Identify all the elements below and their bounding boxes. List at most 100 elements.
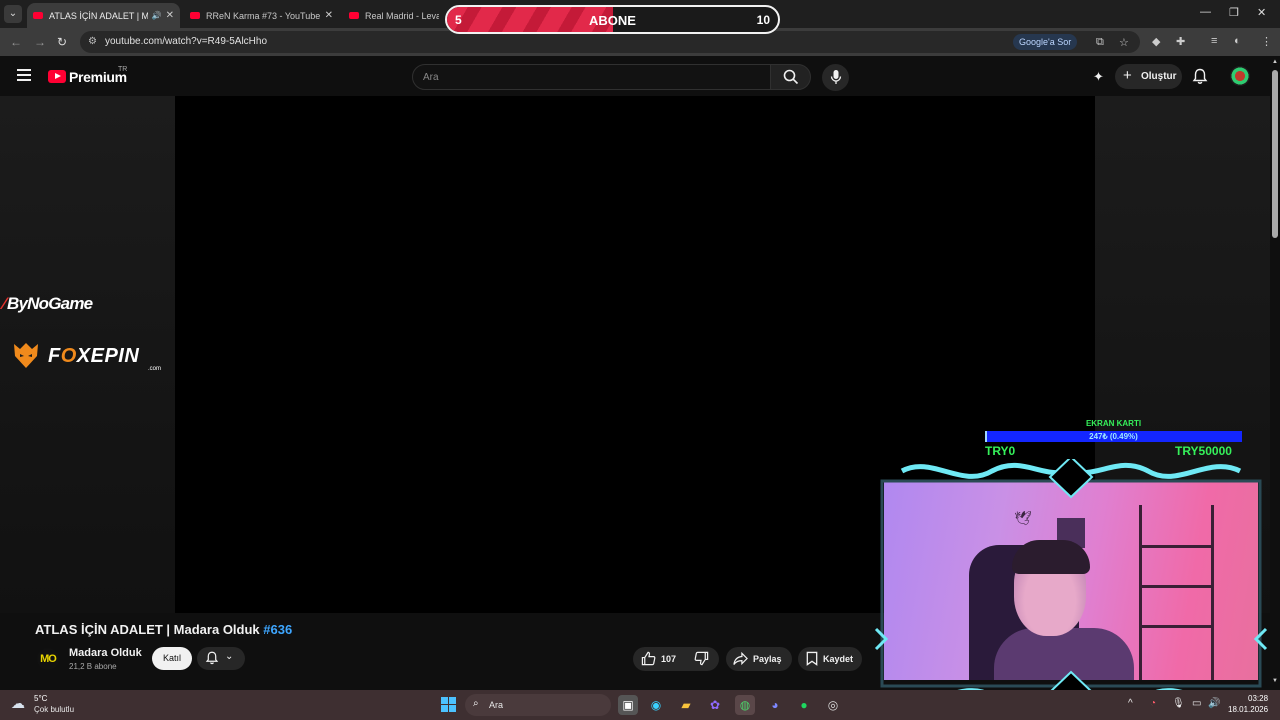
bynogame-logo: ⁄ ByNoGame xyxy=(3,294,93,313)
channel-avatar[interactable]: MO xyxy=(37,648,59,670)
scroll-down-icon[interactable]: ▼ xyxy=(1272,678,1278,684)
address-bar[interactable]: ⚙ youtube.com/watch?v=R49-5AlcHho Google… xyxy=(80,31,1140,53)
install-app-icon[interactable]: ⧉ xyxy=(1096,36,1104,49)
bynogame-mark-icon: ⁄ xyxy=(3,294,6,313)
taskbar-search-placeholder: Ara xyxy=(489,700,504,710)
browser-tab-3[interactable]: Real Madrid - Levante xyxy=(343,3,445,28)
country-code: TR xyxy=(118,66,128,73)
task-view-icon[interactable]: ▣ xyxy=(618,695,638,715)
reading-list-icon[interactable]: ≡ xyxy=(1211,35,1217,47)
bell-icon xyxy=(205,651,219,665)
donation-goal-max: TRY50000 xyxy=(1175,444,1232,458)
tray-app-icon[interactable]: ◔ xyxy=(1150,698,1156,709)
browser-tab-2[interactable]: RReN Karma #73 - YouTube ✕ xyxy=(184,3,339,28)
save-button[interactable]: Kaydet xyxy=(798,647,862,671)
scroll-up-icon[interactable]: ▲ xyxy=(1272,59,1278,65)
browser-tab-1[interactable]: ATLAS İÇİN ADALET | Mada 🔊 ✕ xyxy=(27,3,180,28)
discord-icon[interactable]: ◕ xyxy=(765,695,785,715)
create-button[interactable]: + Oluştur xyxy=(1115,64,1182,89)
microphone-icon xyxy=(830,70,842,84)
tab-title: ATLAS İÇİN ADALET | Mada xyxy=(49,10,148,21)
search-button[interactable] xyxy=(770,64,811,90)
forward-icon[interactable]: → xyxy=(34,35,46,49)
video-title: ATLAS İÇİN ADALET | Madara Olduk #636 xyxy=(35,622,293,637)
restore-icon[interactable]: ❐ xyxy=(1229,6,1239,19)
google-ask-button[interactable]: Google'a Sor xyxy=(1013,34,1078,50)
youtube-favicon-icon xyxy=(190,12,200,19)
ai-sparkle-icon[interactable]: ✦ xyxy=(1093,69,1104,85)
tab-search-button[interactable]: ⌄ xyxy=(4,5,22,23)
search-icon xyxy=(783,69,799,85)
weather-temperature[interactable]: 5°C xyxy=(34,694,47,703)
taskbar-search[interactable]: ⌕ Ara xyxy=(465,694,611,716)
copilot-icon[interactable]: ✿ xyxy=(705,695,725,715)
hidden-icons-chevron-icon[interactable]: ^ xyxy=(1128,698,1133,709)
screen: ⌄ ATLAS İÇİN ADALET | Mada 🔊 ✕ RReN Karm… xyxy=(0,0,1280,720)
join-button[interactable]: Katıl xyxy=(152,647,192,670)
speaker-icon[interactable]: 🔊 xyxy=(152,11,162,20)
subscription-bell-button[interactable]: ⌄ xyxy=(197,647,245,670)
channel-name[interactable]: Madara Olduk xyxy=(69,647,142,659)
dislike-button[interactable] xyxy=(694,651,709,668)
subscriber-count: 21,2 B abone xyxy=(69,662,117,671)
volume-icon[interactable]: 🔊 xyxy=(1208,698,1220,709)
clock-date[interactable]: 18.01.2026 xyxy=(1228,705,1268,714)
notifications-bell-icon[interactable] xyxy=(1192,68,1208,85)
file-explorer-icon[interactable]: ▰ xyxy=(676,695,696,715)
donation-goal-title: EKRAN KARTI xyxy=(1085,419,1142,428)
donation-goal-bar: 247₺ (0.49%) xyxy=(985,431,1242,442)
page-scrollbar[interactable]: ▲ ▼ xyxy=(1270,56,1280,690)
video-hashtag[interactable]: #636 xyxy=(263,622,292,637)
donation-goal-min: TRY0 xyxy=(985,444,1016,458)
share-button[interactable]: Paylaş xyxy=(726,647,792,671)
url-text: youtube.com/watch?v=R49-5AlcHho xyxy=(105,36,268,47)
back-icon[interactable]: ← xyxy=(10,35,22,49)
minimize-icon[interactable]: — xyxy=(1200,6,1211,18)
save-label: Kaydet xyxy=(823,654,854,664)
extension-diamond-icon[interactable]: ◆ xyxy=(1152,35,1160,48)
share-arrow-icon xyxy=(733,651,748,668)
site-info-icon[interactable]: ⚙ xyxy=(88,36,97,47)
foxepin-logo: FOXEPIN .com xyxy=(12,340,172,372)
search-box xyxy=(412,64,771,90)
close-tab-icon[interactable]: ✕ xyxy=(325,10,333,21)
search-input[interactable] xyxy=(423,69,753,85)
plus-icon: + xyxy=(1123,67,1132,84)
edge-browser-icon[interactable]: ◉ xyxy=(646,695,666,715)
clock-time[interactable]: 03:28 xyxy=(1248,694,1268,703)
thumbs-up-icon xyxy=(641,651,656,666)
donation-goal-progress-text: 247₺ (0.49%) xyxy=(1089,432,1138,441)
close-window-icon[interactable]: ✕ xyxy=(1257,6,1266,19)
subscriber-goal-label: ABONE xyxy=(589,13,636,28)
share-label: Paylaş xyxy=(753,654,782,664)
youtube-logo-icon[interactable] xyxy=(48,70,66,83)
weather-description[interactable]: Çok bulutlu xyxy=(34,705,74,714)
youtube-header: Premium TR ✦ + Oluştur xyxy=(0,56,1270,96)
extensions-puzzle-icon[interactable]: ✚ xyxy=(1176,35,1185,48)
menu-icon[interactable] xyxy=(17,69,31,81)
scrollbar-thumb[interactable] xyxy=(1272,70,1278,238)
profile-icon[interactable]: ◐ xyxy=(1234,35,1241,47)
windows-taskbar: ☁ 5°C Çok bulutlu ⌕ Ara ▣ ◉ ▰ ✿ ◍ ◕ ● ◎ … xyxy=(0,690,1280,720)
bookmark-star-icon[interactable]: ☆ xyxy=(1119,36,1129,49)
network-icon[interactable]: ▭ xyxy=(1192,698,1201,709)
cloud-weather-icon[interactable]: ☁ xyxy=(11,695,25,712)
account-avatar[interactable] xyxy=(1230,66,1250,86)
bookmark-icon xyxy=(805,651,819,668)
obs-studio-icon[interactable]: ◎ xyxy=(823,695,843,715)
menu-dots-icon[interactable]: ⋮ xyxy=(1261,35,1272,48)
microphone-tray-icon[interactable]: 🎙 xyxy=(1172,698,1185,709)
create-label: Oluştur xyxy=(1141,71,1177,82)
voice-search-button[interactable] xyxy=(822,64,849,91)
spotify-icon[interactable]: ● xyxy=(794,695,814,715)
subscriber-goal-target: 10 xyxy=(756,13,770,27)
chrome-browser-icon[interactable]: ◍ xyxy=(735,695,755,715)
like-count: 107 xyxy=(661,654,677,664)
start-button[interactable] xyxy=(441,697,456,712)
webcam-frame xyxy=(874,459,1268,708)
foxepin-wordmark: FOXEPIN xyxy=(48,345,140,367)
like-button[interactable] xyxy=(641,651,656,668)
reload-icon[interactable]: ↻ xyxy=(57,35,67,49)
close-tab-icon[interactable]: ✕ xyxy=(166,10,174,21)
like-dislike-group: 107 xyxy=(633,647,719,671)
